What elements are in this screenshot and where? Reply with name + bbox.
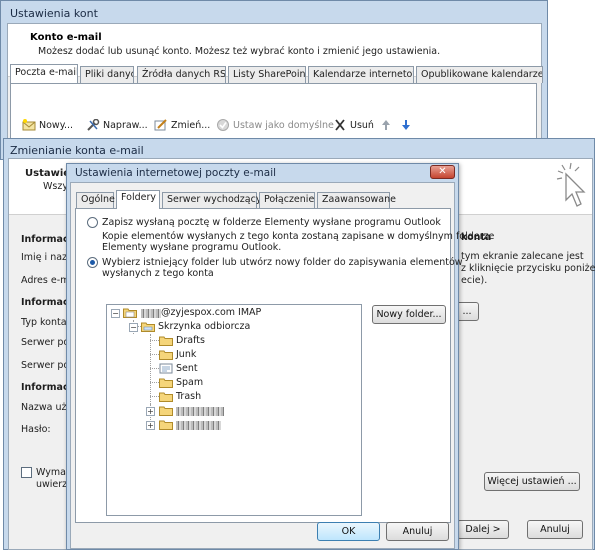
tab-advanced[interactable]: Zaawansowane — [317, 192, 396, 208]
tree-item-trash[interactable]: Trash — [107, 390, 361, 404]
tab-outgoing-server[interactable]: Serwer wychodzący — [162, 192, 261, 208]
require-auth-checkbox[interactable] — [21, 467, 32, 478]
server-info-heading: Informac — [21, 297, 69, 308]
tab-email[interactable]: Poczta e-mail — [10, 64, 78, 84]
inbox-folder-icon — [141, 322, 155, 332]
redacted-folder-name — [176, 421, 221, 430]
tree-item-inbox[interactable]: − Skrzynka odbiorcza — [107, 320, 361, 334]
tab-data-files[interactable]: Pliki danych — [80, 66, 134, 83]
folder-icon — [159, 336, 173, 346]
close-icon: ✕ — [438, 166, 447, 177]
new-mail-icon — [22, 119, 36, 131]
move-up-button[interactable] — [381, 118, 393, 134]
tree-item-spam[interactable]: Spam — [107, 376, 361, 390]
arrow-up-icon — [382, 120, 390, 130]
login-info-heading: Informac — [21, 382, 69, 393]
tab-internet-calendars[interactable]: Kalendarze internetowe — [308, 66, 414, 83]
window-client-area: Ogólne Foldery Serwer wychodzący Połącze… — [70, 182, 494, 549]
tab-sharepoint-lists[interactable]: Listy SharePoint — [228, 66, 306, 83]
folders-panel: Zapisz wysłaną pocztę w folderze Element… — [75, 208, 494, 523]
remove-button[interactable]: Usuń — [333, 118, 374, 134]
sent-items-icon — [159, 363, 173, 374]
header-subtitle: Wszy — [43, 181, 68, 192]
accounts-settings-window: Ustawienia kont Konto e-mail Możesz doda… — [0, 0, 548, 160]
header-title: Konto e-mail — [30, 32, 102, 43]
tree-item-label: Junk — [176, 349, 197, 360]
tree-item-sent[interactable]: Sent — [107, 362, 361, 376]
more-settings-button[interactable]: Więcej ustawień ... — [484, 472, 580, 491]
folder-icon — [159, 420, 173, 430]
user-info-heading: Informac — [21, 234, 69, 245]
cursor-click-icon — [556, 162, 586, 207]
cancel-button[interactable]: Anuluj — [527, 520, 583, 539]
redacted-folder-name — [176, 407, 224, 416]
folder-icon — [159, 406, 173, 416]
expand-icon[interactable]: + — [146, 407, 155, 416]
header-description: Możesz dodać lub usunąć konto. Możesz te… — [38, 46, 441, 57]
folder-icon — [159, 378, 173, 388]
save-to-outlook-sent-radio[interactable] — [87, 217, 98, 228]
save-to-outlook-sent-label: Zapisz wysłaną pocztę w folderze Element… — [102, 217, 441, 228]
tab-general[interactable]: Ogólne — [76, 192, 115, 208]
next-button[interactable]: Dalej > — [457, 520, 509, 539]
collapse-icon[interactable]: − — [129, 323, 138, 332]
arrow-down-icon — [402, 120, 410, 130]
tab-connection[interactable]: Połączenie — [259, 192, 315, 208]
redacted-account-name — [141, 309, 161, 318]
tab-strip: Poczta e-mail Pliki danych Źródła danych… — [10, 64, 543, 84]
new-account-button[interactable]: Nowy... — [22, 118, 80, 134]
edit-icon — [154, 119, 167, 131]
tab-folders[interactable]: Foldery — [116, 190, 160, 209]
window-title: Ustawienia kont — [10, 7, 98, 20]
tree-item-account[interactable]: − @zyjespox.com IMAP — [107, 306, 361, 320]
cancel-button[interactable]: Anuluj — [386, 522, 449, 541]
set-default-button[interactable]: Ustaw jako domyślne — [216, 118, 334, 134]
tree-item-redacted[interactable]: + — [107, 418, 361, 432]
choose-existing-folder-label-1: Wybierz istniejący folder lub utwórz now… — [102, 257, 463, 268]
window-title: Zmienianie konta e-mail — [10, 144, 144, 157]
window-title: Ustawienia internetowej poczty e-mail — [75, 167, 277, 179]
password-label: Hasło: — [21, 424, 51, 435]
expand-icon[interactable]: + — [146, 421, 155, 430]
test-settings-desc-3: ecie). — [461, 275, 488, 286]
tree-item-drafts[interactable]: Drafts — [107, 334, 361, 348]
folder-tree[interactable]: − @zyjespox.com IMAP − Skrzynka odbiorcz… — [106, 304, 362, 516]
tab-rss-feeds[interactable]: Źródła danych RSS — [137, 66, 226, 83]
tab-published-calendars[interactable]: Opublikowane kalendarze — [416, 66, 543, 83]
tree-item-label: Sent — [176, 363, 198, 374]
repair-button[interactable]: Napraw... — [86, 118, 148, 134]
tree-item-redacted[interactable]: + — [107, 404, 361, 418]
folder-icon — [159, 392, 173, 402]
ok-button[interactable]: OK — [317, 522, 380, 541]
change-button[interactable]: Zmień... — [154, 118, 210, 134]
tree-item-label: Drafts — [176, 335, 205, 346]
collapse-icon[interactable]: − — [111, 309, 120, 318]
save-to-outlook-sent-desc-1: Kopie elementów wysłanych z tego konta z… — [102, 231, 495, 242]
tree-item-label: @zyjespox.com IMAP — [161, 307, 262, 318]
tree-item-label: Spam — [176, 377, 204, 388]
choose-existing-folder-radio[interactable] — [87, 257, 98, 268]
delete-x-icon — [335, 119, 345, 131]
choose-existing-folder-label-2: wysłanych z tego konta — [102, 268, 214, 279]
save-to-outlook-sent-desc-2: Elementy wysłane programu Outlook. — [102, 242, 282, 253]
tree-item-label: Trash — [176, 391, 202, 402]
mailbox-folder-icon — [123, 308, 137, 318]
test-settings-desc-1: tym ekranie zalecane jest — [461, 251, 584, 262]
test-settings-desc-2: z kliknięcie przycisku poniżej — [461, 263, 595, 274]
wrench-icon — [87, 119, 100, 131]
close-button[interactable]: ✕ — [430, 165, 455, 179]
move-down-button[interactable] — [401, 118, 413, 134]
new-folder-button[interactable]: Nowy folder... — [372, 305, 446, 324]
tree-item-label: Skrzynka odbiorcza — [158, 321, 251, 332]
internet-email-settings-window: Ustawienia internetowej poczty e-mail ✕ … — [66, 163, 494, 550]
account-type-label: Typ konta: — [21, 317, 70, 328]
folder-icon — [159, 350, 173, 360]
tree-item-junk[interactable]: Junk — [107, 348, 361, 362]
checkmark-icon — [217, 119, 229, 131]
